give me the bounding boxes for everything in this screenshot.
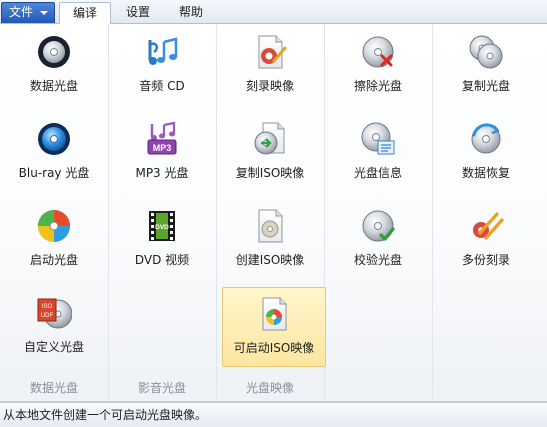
multi-burn-label: 多份刻录 [461, 253, 510, 267]
bootable-iso-icon [262, 297, 287, 331]
ribbon-panel: 数据光盘 Blu-ray 光盘 启动光盘 ISO UDF 自定义光盘 音频 CD… [0, 24, 547, 402]
bootable-iso-label: 可启动ISO映像 [233, 341, 315, 355]
dvd-video-label: DVD 视频 [134, 253, 190, 267]
copy-iso-label: 复制ISO映像 [235, 166, 305, 180]
data-disc-button[interactable]: 数据光盘 [2, 26, 106, 106]
multi-burn-button[interactable]: 多份刻录 [434, 200, 538, 280]
boot-disc-icon [38, 210, 70, 242]
verify-disc-label: 校验光盘 [353, 253, 402, 267]
tab-settings[interactable]: 设置 [113, 2, 163, 24]
copy-disc-label: 复制光盘 [461, 79, 510, 93]
verify-disc-icon [362, 210, 395, 242]
data-disc-icon [38, 36, 70, 68]
udf-text: UDF [41, 313, 54, 319]
boot-disc-label: 启动光盘 [29, 253, 78, 267]
music-notes-icon [148, 37, 178, 65]
column-divider [108, 24, 109, 400]
erase-disc-icon [362, 36, 394, 68]
burn-image-button[interactable]: 刻录映像 [218, 26, 322, 106]
dvd-film-icon: DVD [149, 211, 175, 241]
boot-disc-button[interactable]: 启动光盘 [2, 200, 106, 280]
burn-image-icon [258, 35, 287, 69]
iso-text: ISO [42, 304, 53, 310]
create-iso-button[interactable]: 创建ISO映像 [218, 200, 322, 280]
column-divider [216, 24, 217, 400]
copy-disc-icon [469, 35, 503, 69]
file-menu-label: 文件 [9, 5, 34, 19]
bluray-disc-label: Blu-ray 光盘 [18, 166, 90, 180]
erase-disc-label: 擦除光盘 [353, 79, 402, 93]
audio-cd-button[interactable]: 音频 CD [110, 26, 214, 106]
data-recovery-label: 数据恢复 [461, 166, 510, 180]
disc-info-label: 光盘信息 [353, 166, 402, 180]
status-text: 从本地文件创建一个可启动光盘映像。 [3, 408, 208, 422]
copy-disc-button[interactable]: 复制光盘 [434, 26, 538, 106]
chevron-down-icon [40, 11, 48, 15]
create-iso-label: 创建ISO映像 [235, 253, 305, 267]
disc-info-button[interactable]: 光盘信息 [326, 113, 430, 193]
ribbon-tab-bar: 文件 编译 设置 帮助 [0, 0, 547, 25]
custom-disc-button[interactable]: ISO UDF 自定义光盘 [2, 287, 106, 367]
copy-iso-icon [254, 122, 285, 155]
audio-cd-label: 音频 CD [139, 79, 185, 93]
erase-disc-button[interactable]: 擦除光盘 [326, 26, 430, 106]
copy-iso-button[interactable]: 复制ISO映像 [218, 113, 322, 193]
bluray-disc-icon [38, 123, 70, 155]
mp3-icon: MP3 [147, 121, 177, 155]
mp3-disc-label: MP3 光盘 [135, 166, 189, 180]
group-label-disc-image: 光盘映像 [245, 381, 294, 395]
verify-disc-button[interactable]: 校验光盘 [326, 200, 430, 280]
custom-disc-label: 自定义光盘 [23, 340, 84, 354]
create-iso-icon [258, 209, 283, 243]
burn-image-label: 刻录映像 [245, 79, 294, 93]
tab-help[interactable]: 帮助 [166, 2, 216, 24]
multi-burn-icon [473, 212, 504, 240]
dvd-text: DVD [155, 224, 169, 231]
status-bar: 从本地文件创建一个可启动光盘映像。 [0, 402, 547, 427]
data-disc-label: 数据光盘 [29, 79, 78, 93]
data-recovery-button[interactable]: 数据恢复 [434, 113, 538, 193]
iso-udf-disc-icon: ISO UDF [37, 298, 72, 329]
group-label-av-disc: 影音光盘 [137, 381, 186, 395]
bootable-iso-button[interactable]: 可启动ISO映像 [222, 287, 326, 367]
file-menu-button[interactable]: 文件 [1, 2, 55, 23]
mp3-text: MP3 [153, 143, 172, 153]
group-label-data-disc: 数据光盘 [29, 381, 78, 395]
disc-info-icon [361, 122, 395, 155]
data-recovery-icon [471, 123, 501, 154]
dvd-video-button[interactable]: DVD DVD 视频 [110, 200, 214, 280]
mp3-disc-button[interactable]: MP3 MP3 光盘 [110, 113, 214, 193]
tab-compile[interactable]: 编译 [59, 2, 111, 25]
bluray-disc-button[interactable]: Blu-ray 光盘 [2, 113, 106, 193]
column-divider [432, 24, 433, 400]
